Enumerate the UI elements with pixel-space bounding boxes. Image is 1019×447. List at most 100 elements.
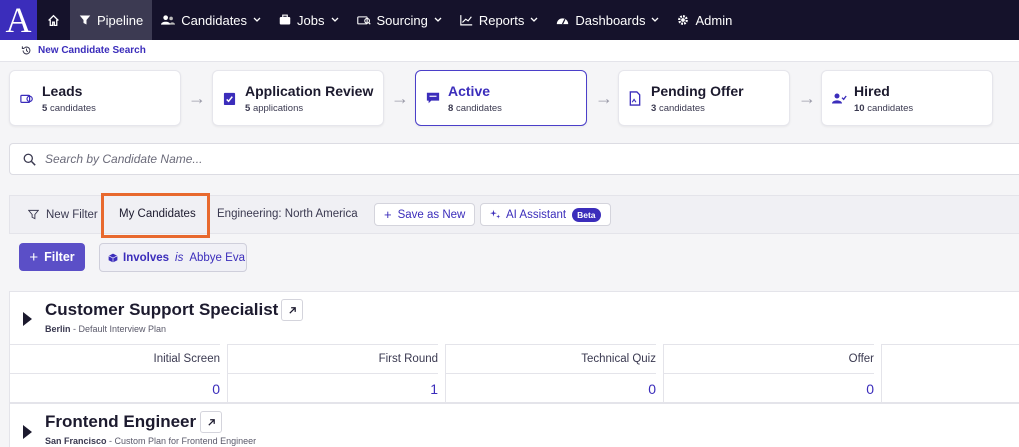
nav-sourcing-label: Sourcing bbox=[376, 12, 428, 28]
filter-chip-involves[interactable]: Involves is Abbye Eva bbox=[99, 243, 247, 272]
cube-icon bbox=[108, 253, 118, 262]
chevron-down-icon bbox=[434, 17, 442, 22]
add-filter-button[interactable]: + Filter bbox=[19, 243, 85, 271]
job-title[interactable]: Customer Support Specialist bbox=[45, 300, 278, 320]
nav-jobs[interactable]: Jobs bbox=[270, 0, 347, 40]
gear-icon bbox=[678, 15, 689, 25]
sparkle-icon bbox=[490, 209, 501, 219]
plus-icon: + bbox=[29, 248, 39, 266]
nav-admin-label: Admin bbox=[695, 12, 733, 28]
users-icon bbox=[161, 15, 176, 25]
nav-reports-label: Reports bbox=[478, 12, 525, 28]
stage-count[interactable]: 0 bbox=[10, 373, 220, 404]
nav-pipeline[interactable]: Pipeline bbox=[70, 0, 153, 40]
stage-name: Initial Screen bbox=[10, 344, 220, 373]
job-location: San Francisco bbox=[45, 436, 107, 446]
sub-bar: New Candidate Search bbox=[0, 40, 1019, 62]
nav-dashboards-label: Dashboards bbox=[575, 12, 646, 28]
save-as-new-button[interactable]: + Save as New bbox=[374, 203, 476, 226]
history-icon bbox=[21, 46, 31, 55]
stage-unit: candidates bbox=[49, 102, 96, 114]
stage-unit: candidates bbox=[658, 102, 705, 114]
chevron-down-icon bbox=[530, 17, 538, 22]
job-plan: Custom Plan for Frontend Engineer bbox=[114, 436, 257, 446]
filter-icon bbox=[79, 15, 91, 25]
chevron-down-icon bbox=[331, 17, 338, 22]
stage-card-pending-offer[interactable]: Pending Offer 3 candidates bbox=[618, 70, 790, 126]
chevron-down-icon bbox=[253, 17, 261, 22]
stage-column: Technical Quiz 0 bbox=[446, 344, 664, 404]
stage-count[interactable]: 0 bbox=[446, 373, 656, 404]
plus-icon: + bbox=[384, 207, 392, 222]
expand-triangle-icon[interactable] bbox=[23, 425, 32, 439]
stage-name: Offer bbox=[664, 344, 874, 373]
nav-dashboards[interactable]: Dashboards bbox=[547, 0, 668, 40]
stage-name: First Round bbox=[228, 344, 438, 373]
ai-assistant-label: AI Assistant bbox=[506, 208, 567, 221]
home-icon[interactable] bbox=[37, 0, 70, 40]
filter-outline-icon bbox=[28, 209, 39, 220]
stage-card-application-review[interactable]: Application Review 5 applications bbox=[212, 70, 384, 126]
arrow-right-icon: → bbox=[188, 88, 206, 108]
arrow-right-icon: → bbox=[391, 88, 409, 108]
stage-card-leads[interactable]: Leads 5 candidates bbox=[9, 70, 181, 126]
app-logo[interactable]: A bbox=[0, 0, 37, 40]
filter-button-label: Filter bbox=[44, 250, 75, 264]
gauge-icon bbox=[557, 18, 569, 25]
stage-column-filler bbox=[882, 344, 1019, 404]
document-sign-icon bbox=[629, 90, 641, 106]
stage-count[interactable]: 1 bbox=[228, 373, 438, 404]
chip-value: Abbye Eva bbox=[189, 251, 245, 264]
chevron-down-icon bbox=[652, 17, 659, 22]
stage-count: 5 bbox=[42, 102, 48, 114]
stage-count: 10 bbox=[854, 102, 865, 114]
stage-card-hired[interactable]: Hired 10 candidates bbox=[821, 70, 993, 126]
job-section: Customer Support Specialist Berlin - Def… bbox=[9, 291, 1019, 404]
arrow-right-icon: → bbox=[798, 88, 816, 108]
clipboard-check-icon bbox=[223, 92, 236, 105]
search-icon bbox=[23, 153, 36, 166]
stage-name: Technical Quiz bbox=[446, 344, 656, 373]
expand-triangle-icon[interactable] bbox=[23, 312, 32, 326]
briefcase-icon bbox=[279, 14, 291, 25]
job-title[interactable]: Frontend Engineer bbox=[45, 412, 196, 432]
stage-count: 5 bbox=[245, 102, 251, 114]
job-location: Berlin bbox=[45, 324, 71, 334]
stage-card-active[interactable]: Active 8 candidates bbox=[415, 70, 587, 126]
stage-title: Active bbox=[448, 82, 491, 99]
stage-title: Application Review bbox=[245, 82, 374, 99]
chip-key: Involves bbox=[123, 251, 170, 264]
stage-column: Offer 0 bbox=[664, 344, 882, 404]
stage-unit: candidates bbox=[455, 102, 502, 114]
chip-operator: is bbox=[175, 251, 184, 264]
stage-count: 8 bbox=[448, 102, 454, 114]
new-filter-button[interactable]: New Filter bbox=[28, 209, 98, 221]
nav-pipeline-label: Pipeline bbox=[97, 12, 144, 28]
nav-candidates-label: Candidates bbox=[181, 12, 248, 28]
leads-icon bbox=[20, 94, 33, 103]
highlight-box bbox=[101, 193, 210, 238]
stage-title: Leads bbox=[42, 82, 83, 99]
beta-badge: Beta bbox=[572, 207, 601, 222]
chart-line-icon bbox=[460, 15, 473, 26]
save-as-new-label: Save as New bbox=[397, 208, 466, 221]
nav-candidates[interactable]: Candidates bbox=[152, 0, 270, 40]
open-external-icon[interactable] bbox=[200, 411, 222, 433]
interview-stages-table: Initial Screen 0 First Round 1 Technical… bbox=[10, 344, 1019, 404]
stage-count[interactable]: 0 bbox=[664, 373, 874, 404]
open-external-icon[interactable] bbox=[281, 299, 303, 321]
stage-column: First Round 1 bbox=[228, 344, 446, 404]
job-plan: Default Interview Plan bbox=[78, 324, 167, 334]
nav-reports[interactable]: Reports bbox=[451, 0, 548, 40]
nav-sourcing[interactable]: Sourcing bbox=[348, 0, 451, 40]
new-candidate-search-link[interactable]: New Candidate Search bbox=[38, 45, 146, 56]
stage-unit: candidates bbox=[867, 102, 914, 114]
ai-assistant-button[interactable]: AI Assistant Beta bbox=[480, 203, 611, 226]
tab-engineering-north-america[interactable]: Engineering: North America bbox=[217, 208, 358, 220]
arrow-right-icon: → bbox=[595, 88, 613, 108]
new-filter-label: New Filter bbox=[46, 208, 98, 221]
candidate-search-input[interactable]: Search by Candidate Name... bbox=[9, 143, 1019, 175]
stage-unit: applications bbox=[252, 102, 304, 114]
nav-admin[interactable]: Admin bbox=[668, 0, 741, 40]
user-check-icon bbox=[832, 93, 847, 103]
